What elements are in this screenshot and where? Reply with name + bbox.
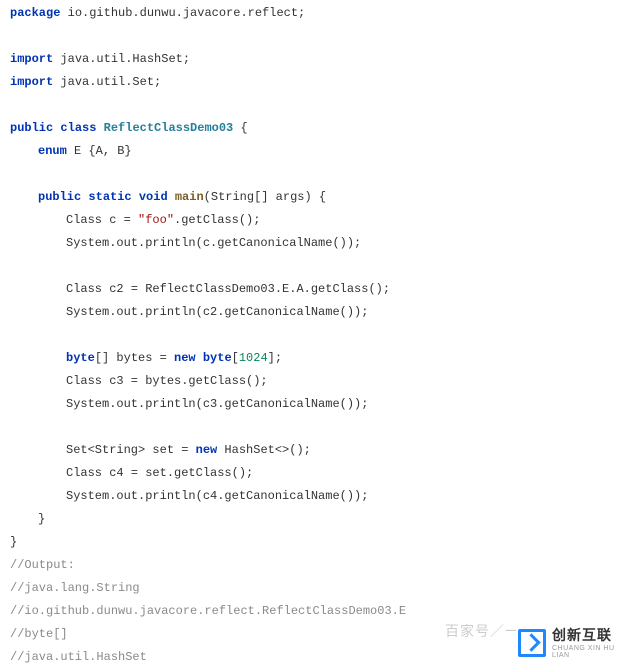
keyword-new: new: [196, 443, 218, 457]
brace: }: [38, 512, 45, 526]
code-line: import java.util.Set;: [10, 71, 640, 94]
brace: {: [233, 121, 247, 135]
code-line: enum E {A, B}: [10, 140, 640, 163]
keyword-new: new: [174, 351, 196, 365]
blank-line: [10, 255, 640, 278]
keyword-import: import: [10, 75, 53, 89]
number-literal: 1024: [239, 351, 268, 365]
logo-en-text: CHUANG XIN HU LIAN: [552, 645, 632, 659]
class-name: ReflectClassDemo03: [104, 121, 234, 135]
keyword-public: public: [38, 190, 81, 204]
code-line: byte[] bytes = new byte[1024];: [10, 347, 640, 370]
code-text: Class c =: [66, 213, 138, 227]
code-line: public static void main(String[] args) {: [10, 186, 640, 209]
blank-line: [10, 324, 640, 347]
comment-text: //byte[]: [10, 627, 68, 641]
code-line: }: [10, 508, 640, 531]
code-text: System.out.println(c2.getCanonicalName()…: [66, 305, 368, 319]
keyword-enum: enum: [38, 144, 67, 158]
code-line: import java.util.HashSet;: [10, 48, 640, 71]
blank-line: [10, 416, 640, 439]
brand-logo: 创新互联 CHUANG XIN HU LIAN: [516, 621, 634, 665]
keyword-class: class: [60, 121, 96, 135]
code-text: [] bytes =: [95, 351, 174, 365]
comment-line: //io.github.dunwu.javacore.reflect.Refle…: [10, 600, 640, 623]
logo-icon: [518, 629, 546, 657]
method-args: (String[] args) {: [204, 190, 326, 204]
blank-line: [10, 94, 640, 117]
keyword-import: import: [10, 52, 53, 66]
comment-text: //io.github.dunwu.javacore.reflect.Refle…: [10, 604, 406, 618]
brace: }: [10, 535, 17, 549]
keyword-byte: byte: [196, 351, 232, 365]
keyword-byte: byte: [66, 351, 95, 365]
enum-decl: E {A, B}: [67, 144, 132, 158]
comment-text: //java.lang.String: [10, 581, 140, 595]
import-path: java.util.Set;: [53, 75, 161, 89]
method-name: main: [175, 190, 204, 204]
code-line: package io.github.dunwu.javacore.reflect…: [10, 2, 640, 25]
code-line: System.out.println(c.getCanonicalName())…: [10, 232, 640, 255]
comment-line: //Output:: [10, 554, 640, 577]
keyword-void: void: [139, 190, 168, 204]
logo-text-wrap: 创新互联 CHUANG XIN HU LIAN: [552, 628, 632, 659]
blank-line: [10, 25, 640, 48]
code-text: System.out.println(c.getCanonicalName())…: [66, 236, 361, 250]
code-text: Class c4 = set.getClass();: [66, 466, 253, 480]
code-line: Set<String> set = new HashSet<>();: [10, 439, 640, 462]
code-line: System.out.println(c3.getCanonicalName()…: [10, 393, 640, 416]
code-text: [: [232, 351, 239, 365]
code-text: ];: [268, 351, 282, 365]
code-text: Set<String> set =: [66, 443, 196, 457]
code-text: Class c2 = ReflectClassDemo03.E.A.getCla…: [66, 282, 390, 296]
import-path: java.util.HashSet;: [53, 52, 190, 66]
blank-line: [10, 163, 640, 186]
keyword-package: package: [10, 6, 60, 20]
keyword-public: public: [10, 121, 53, 135]
keyword-static: static: [88, 190, 131, 204]
code-line: Class c3 = bytes.getClass();: [10, 370, 640, 393]
code-line: }: [10, 531, 640, 554]
code-line: Class c = "foo".getClass();: [10, 209, 640, 232]
code-line: Class c2 = ReflectClassDemo03.E.A.getCla…: [10, 278, 640, 301]
comment-text: //java.util.HashSet: [10, 650, 147, 664]
code-text: HashSet<>();: [217, 443, 311, 457]
code-line: public class ReflectClassDemo03 {: [10, 117, 640, 140]
package-path: io.github.dunwu.javacore.reflect;: [60, 6, 305, 20]
code-text: Class c3 = bytes.getClass();: [66, 374, 268, 388]
string-literal: "foo": [138, 213, 174, 227]
code-text: System.out.println(c4.getCanonicalName()…: [66, 489, 368, 503]
code-line: System.out.println(c2.getCanonicalName()…: [10, 301, 640, 324]
code-line: Class c4 = set.getClass();: [10, 462, 640, 485]
code-text: .getClass();: [174, 213, 260, 227]
comment-line: //java.lang.String: [10, 577, 640, 600]
watermark-text: 百家号／一: [445, 620, 520, 643]
code-line: System.out.println(c4.getCanonicalName()…: [10, 485, 640, 508]
comment-text: //Output:: [10, 558, 75, 572]
code-text: System.out.println(c3.getCanonicalName()…: [66, 397, 368, 411]
logo-cn-text: 创新互联: [552, 628, 632, 642]
